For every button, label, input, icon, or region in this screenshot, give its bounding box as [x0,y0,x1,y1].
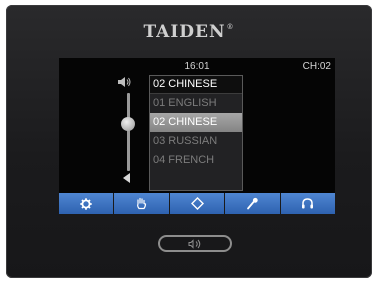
settings-button[interactable] [59,193,114,214]
volume-down-icon [123,173,130,183]
language-item-english[interactable]: 01 ENGLISH [150,94,242,113]
brand-logo: TAIDEN® [6,22,372,42]
request-button[interactable] [114,193,169,214]
volume-slider-track[interactable] [127,93,130,171]
language-item-russian[interactable]: 03 RUSSIAN [150,132,242,151]
current-language: 02 CHINESE [150,76,242,94]
headphones-icon [302,198,314,209]
clock-display: 16:01 [184,61,210,72]
listen-button[interactable] [280,193,336,214]
language-item-french[interactable]: 04 FRENCH [150,151,242,170]
volume-up-icon [118,77,131,87]
gear-icon [80,197,92,210]
diamond-icon [190,197,204,210]
volume-slider-knob[interactable] [121,117,135,132]
speaker-icon [188,238,201,249]
display-screen: 16:01 CH:02 02 CHINESE 01 ENGLISH 02 CHI… [59,58,335,214]
channel-indicator: CH:02 [302,61,331,72]
bottom-toolbar [59,193,336,214]
brand-trademark: ® [226,23,235,31]
speaker-key[interactable] [158,235,232,252]
mode-button[interactable] [169,193,225,214]
brand-name: TAIDEN [143,22,226,42]
microphone-button[interactable] [225,193,280,214]
language-list: 02 CHINESE 01 ENGLISH 02 CHINESE 03 RUSS… [149,75,243,191]
language-item-chinese[interactable]: 02 CHINESE [150,113,242,132]
hand-icon [137,197,147,210]
microphone-icon [247,197,258,210]
